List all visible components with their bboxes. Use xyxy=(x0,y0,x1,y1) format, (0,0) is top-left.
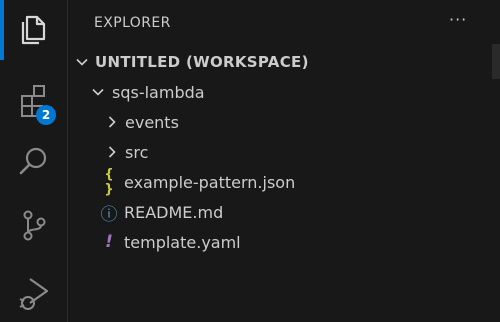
tree-file-readme-md[interactable]: ⓘ README.md xyxy=(68,198,500,226)
tree-folder-events[interactable]: events xyxy=(68,108,500,136)
vscode-window: 2 EXPLORER ··· UNTITLED (WORKSPACE) sqs-… xyxy=(0,0,500,322)
files-icon xyxy=(21,15,46,45)
workspace-header[interactable]: UNTITLED (WORKSPACE) xyxy=(68,48,500,76)
yaml-exclamation-icon: ! xyxy=(105,232,113,252)
chevron-down-icon xyxy=(92,88,104,96)
tree-file-template-yaml[interactable]: ! template.yaml xyxy=(68,228,500,256)
tree-item-label: src xyxy=(125,142,149,162)
source-control-icon xyxy=(23,210,46,241)
search-icon xyxy=(19,147,47,175)
tree-item-label: sqs-lambda xyxy=(112,82,205,102)
workspace-label: UNTITLED (WORKSPACE) xyxy=(95,53,309,71)
tree-file-example-pattern-json[interactable]: { } example-pattern.json xyxy=(68,167,500,197)
extensions-badge: 2 xyxy=(36,105,56,125)
tree-folder-src[interactable]: src xyxy=(68,138,500,166)
json-braces-icon: { } xyxy=(104,167,114,197)
run-debug-icon xyxy=(19,278,49,310)
activity-run-debug[interactable] xyxy=(0,262,68,322)
activity-bar: 2 xyxy=(0,0,68,322)
tree-folder-sqs-lambda[interactable]: sqs-lambda xyxy=(68,78,500,106)
activity-extensions[interactable]: 2 xyxy=(0,70,68,130)
more-actions-button[interactable]: ··· xyxy=(449,12,471,30)
tree-item-label: events xyxy=(125,112,179,132)
chevron-right-icon xyxy=(108,116,116,128)
activity-search[interactable] xyxy=(0,132,68,192)
info-icon: ⓘ xyxy=(100,204,118,225)
tree-item-label: example-pattern.json xyxy=(124,172,296,192)
chevron-right-icon xyxy=(108,146,116,158)
tree-item-label: README.md xyxy=(124,202,224,222)
chevron-down-icon xyxy=(76,58,88,66)
activity-explorer[interactable] xyxy=(0,0,68,60)
tree-item-label: template.yaml xyxy=(124,232,241,252)
activity-source-control[interactable] xyxy=(0,195,68,255)
explorer-title: EXPLORER xyxy=(94,15,171,31)
explorer-panel: EXPLORER ··· UNTITLED (WORKSPACE) sqs-la… xyxy=(68,0,500,322)
